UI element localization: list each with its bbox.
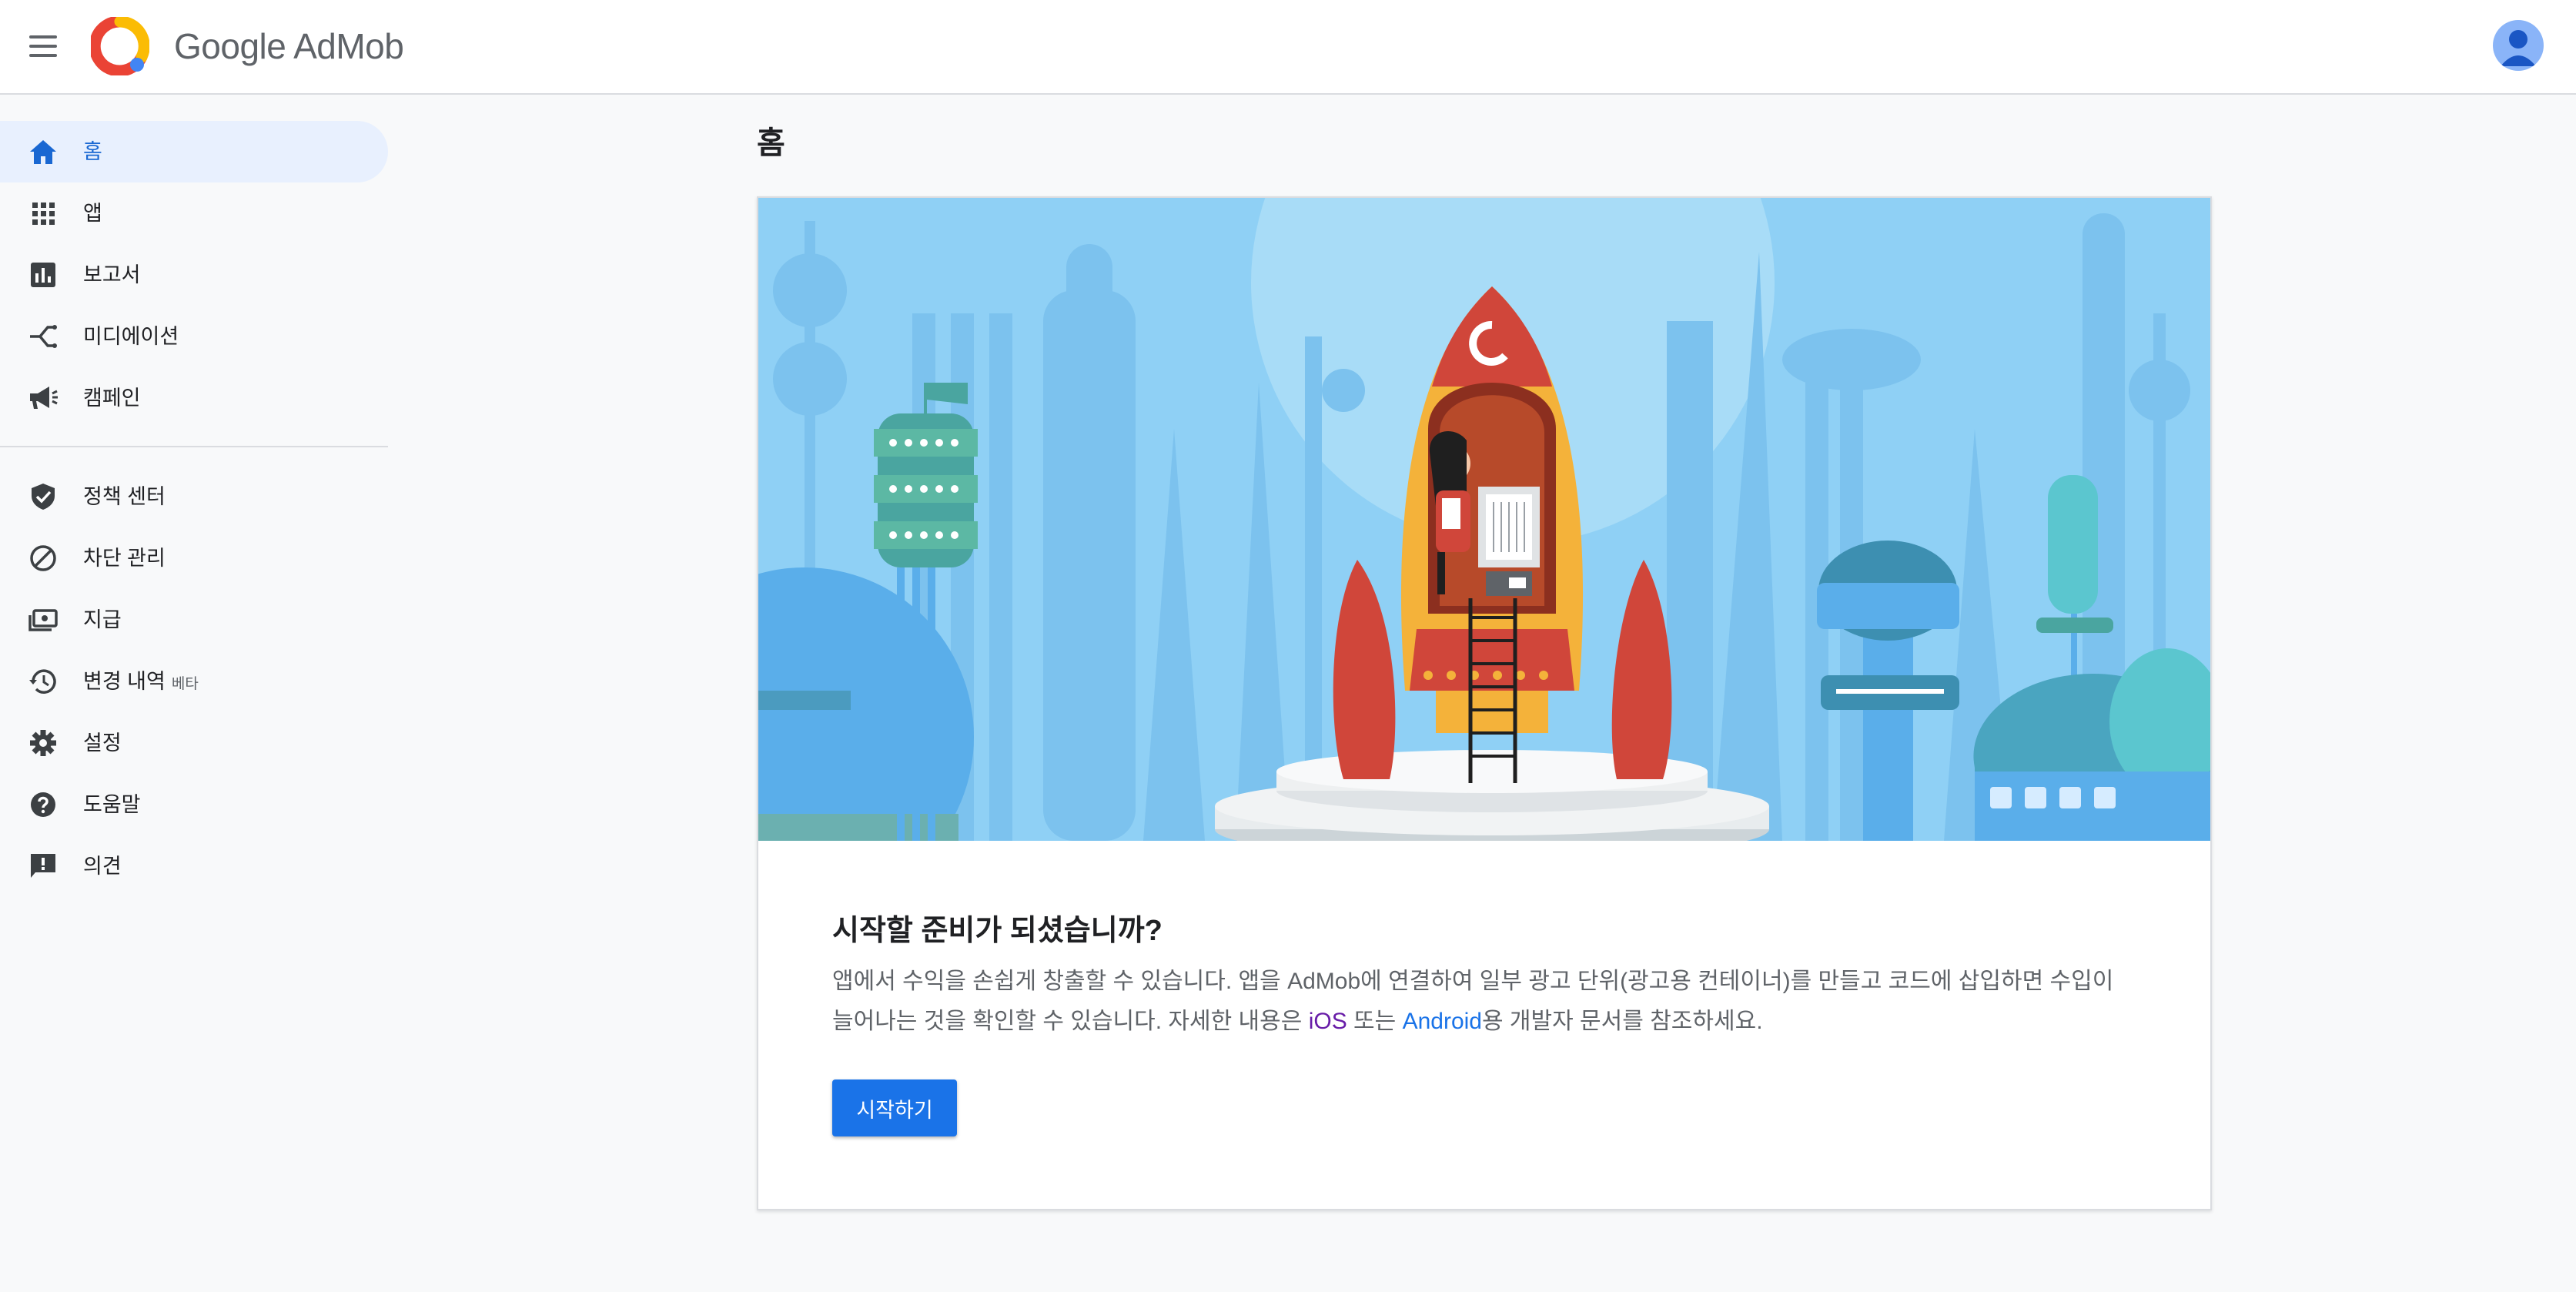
ios-docs-link[interactable]: iOS	[1309, 1009, 1347, 1034]
sidebar-item-label: 정책 센터	[83, 485, 166, 508]
sidebar-divider	[0, 446, 388, 447]
get-started-button[interactable]: 시작하기	[832, 1079, 957, 1136]
brand-google: Google	[174, 26, 286, 66]
card-description: 앱에서 수익을 손쉽게 창출할 수 있습니다. 앱을 AdMob에 연결하여 일…	[832, 962, 2141, 1042]
block-icon	[30, 545, 56, 571]
android-docs-link[interactable]: Android	[1403, 1009, 1482, 1034]
change-history-label: 변경 내역	[83, 670, 166, 693]
shield-check-icon	[32, 484, 55, 510]
sidebar-item-label: 앱	[83, 202, 102, 225]
sidebar-item-change-history[interactable]: 변경 내역 베타	[0, 651, 388, 712]
sidebar-item-label: 차단 관리	[83, 547, 166, 570]
megaphone-icon	[30, 387, 58, 409]
page-title: 홈	[757, 126, 785, 160]
sidebar-item-label: 지급	[83, 608, 122, 631]
sidebar-item-label: 도움말	[83, 793, 141, 816]
home-icon	[30, 140, 56, 164]
description-text: 용 개발자 문서를 참조하세요.	[1481, 1009, 1763, 1034]
sidebar-item-policy-center[interactable]: 정책 센터	[0, 466, 388, 527]
admob-logo-icon[interactable]	[91, 17, 149, 75]
sidebar-item-label: 미디에이션	[83, 325, 179, 348]
gear-icon	[30, 730, 56, 756]
sidebar-item-help[interactable]: 도움말	[0, 774, 388, 835]
sidebar-item-settings[interactable]: 설정	[0, 712, 388, 774]
beta-badge: 베타	[171, 676, 199, 692]
history-icon	[29, 669, 56, 694]
sidebar-item-label: 의견	[83, 855, 122, 878]
product-wordmark[interactable]: Google AdMob	[174, 23, 404, 69]
rocket-launch-illustration	[758, 198, 2210, 841]
description-text: 또는	[1347, 1009, 1403, 1034]
sidebar-item-reports[interactable]: 보고서	[0, 244, 388, 306]
sidebar-item-payments[interactable]: 지급	[0, 589, 388, 651]
sidebar-item-campaigns[interactable]: 캠페인	[0, 367, 388, 429]
sidebar-item-label: 홈	[83, 140, 102, 163]
top-app-bar: Google AdMob	[0, 0, 2576, 95]
sidebar-item-feedback[interactable]: 의견	[0, 835, 388, 897]
get-started-card: 시작할 준비가 되셨습니까? 앱에서 수익을 손쉽게 창출할 수 있습니다. 앱…	[757, 196, 2212, 1210]
sidebar-item-label: 변경 내역 베타	[83, 666, 199, 700]
account-avatar[interactable]	[2493, 20, 2544, 71]
person-icon	[2501, 30, 2536, 66]
mediation-icon	[30, 325, 57, 348]
sidebar-item-apps[interactable]: 앱	[0, 182, 388, 244]
feedback-icon	[31, 854, 55, 878]
payments-icon	[28, 609, 58, 631]
sidebar-item-blocking-controls[interactable]: 차단 관리	[0, 527, 388, 589]
brand-admob: AdMob	[293, 26, 404, 66]
sidebar-item-label: 캠페인	[83, 387, 141, 410]
sidebar-item-mediation[interactable]: 미디에이션	[0, 306, 388, 367]
sidebar-item-home[interactable]: 홈	[0, 121, 388, 182]
side-navigation: 홈 앱 보고서 미디에이션 캠페인 정책 센터 차단 관리 지급 변경 내역 베타…	[0, 96, 388, 897]
apps-grid-icon	[32, 203, 55, 225]
bar-chart-icon	[31, 263, 55, 287]
card-title: 시작할 준비가 되셨습니까?	[832, 915, 1163, 947]
sidebar-item-label: 보고서	[83, 263, 141, 286]
main-menu-button[interactable]	[22, 25, 65, 68]
help-icon	[31, 792, 55, 817]
sidebar-item-label: 설정	[83, 731, 122, 755]
